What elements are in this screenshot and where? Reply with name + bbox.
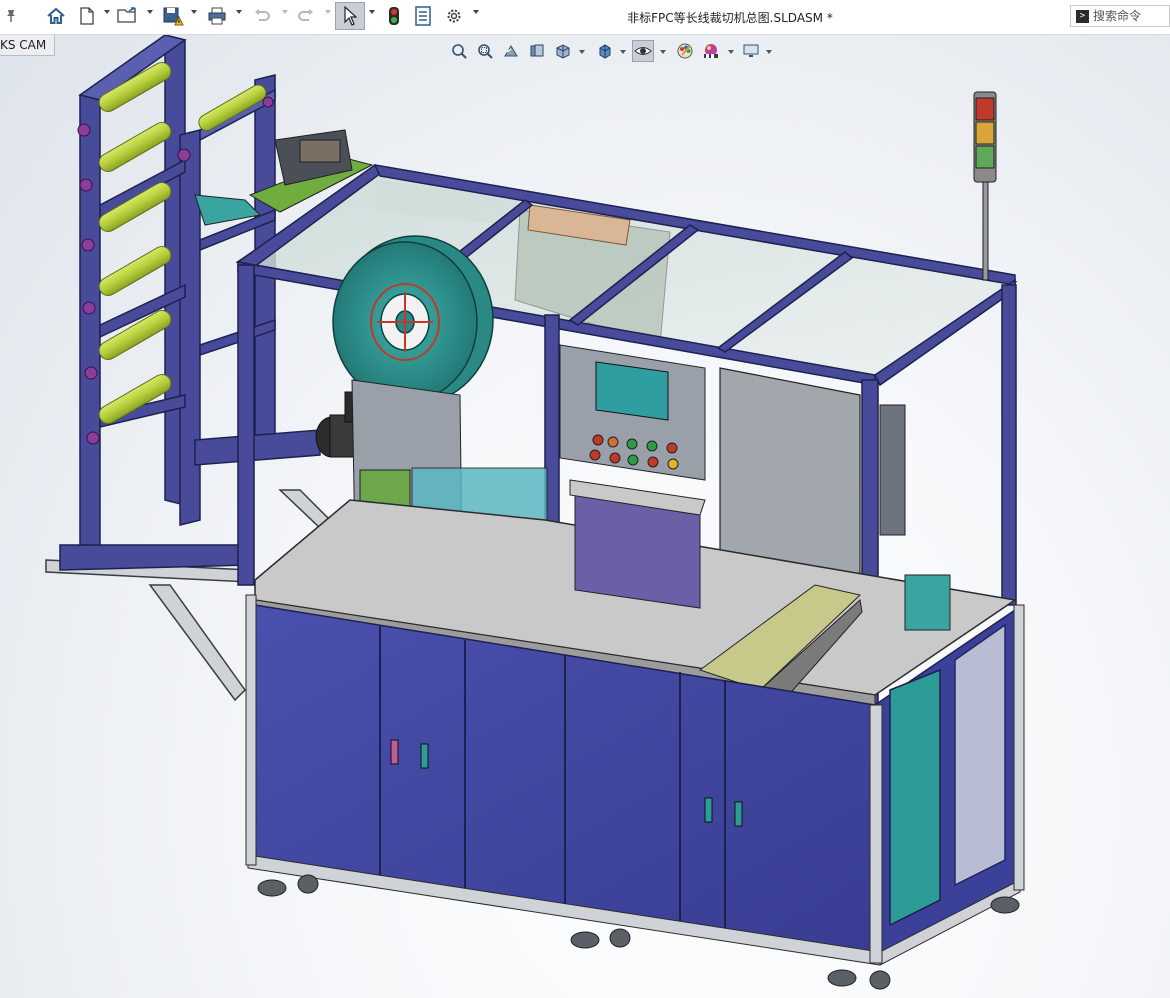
- monitor-icon: [743, 44, 759, 57]
- zoom-to-area-icon: [478, 44, 493, 59]
- save-warning-icon: [163, 7, 184, 26]
- pin-icon[interactable]: [5, 9, 17, 28]
- undo-dropdown-icon[interactable]: [282, 10, 288, 14]
- save-dropdown-icon[interactable]: [191, 10, 197, 14]
- search-commands-input[interactable]: [1093, 7, 1169, 25]
- scene-icon: [704, 44, 718, 58]
- section-view-icon: [530, 44, 544, 57]
- print-dropdown-icon[interactable]: [236, 10, 242, 14]
- file-properties-icon: [415, 6, 431, 26]
- previous-view-icon: [504, 45, 518, 57]
- home-button[interactable]: [44, 4, 68, 28]
- select-button[interactable]: [335, 2, 365, 30]
- open-dropdown-icon[interactable]: [147, 10, 153, 14]
- cutting-unit: [569, 479, 706, 609]
- previous-view-button[interactable]: [500, 40, 522, 62]
- command-search[interactable]: >: [1070, 5, 1170, 27]
- display-style-button[interactable]: [594, 40, 616, 62]
- view-orientation-button[interactable]: [552, 40, 574, 62]
- apply-scene-button[interactable]: [700, 40, 722, 62]
- view-orientation-icon: [556, 44, 570, 59]
- command-prompt-icon: >: [1076, 10, 1089, 23]
- options-dropdown-icon[interactable]: [473, 10, 479, 14]
- redo-icon: [298, 9, 313, 21]
- open-folder-icon: [117, 7, 136, 23]
- options-button[interactable]: [443, 4, 465, 28]
- redo-button[interactable]: [294, 4, 318, 28]
- home-icon: [47, 7, 65, 24]
- section-view-button[interactable]: [526, 40, 548, 62]
- redo-dropdown-icon[interactable]: [325, 10, 331, 14]
- tower-light: [973, 91, 997, 281]
- print-button[interactable]: [204, 4, 230, 28]
- title-bar: 非标FPC等长线裁切机总图.SLDASM * >: [0, 0, 1170, 35]
- zoom-to-area-button[interactable]: [474, 40, 496, 62]
- eye-icon: [634, 47, 652, 55]
- new-document-button[interactable]: [76, 4, 98, 28]
- graphics-area[interactable]: KS CAM: [0, 0, 1170, 998]
- assembly-model[interactable]: [0, 0, 1170, 998]
- save-button[interactable]: [160, 4, 186, 28]
- display-style-icon: [599, 44, 611, 59]
- new-document-icon: [80, 7, 94, 25]
- print-icon: [208, 7, 226, 25]
- zoom-to-fit-button[interactable]: [448, 40, 470, 62]
- document-title: 非标FPC等长线裁切机总图.SLDASM *: [627, 11, 833, 25]
- undo-button[interactable]: [250, 4, 274, 28]
- undo-icon: [255, 9, 270, 21]
- zoom-to-fit-icon: [452, 44, 467, 59]
- cam-side-tab[interactable]: KS CAM: [0, 34, 56, 56]
- open-button[interactable]: [116, 4, 140, 28]
- traffic-light-icon: [389, 7, 399, 25]
- appearance-icon: [677, 43, 693, 59]
- control-panel: [559, 344, 706, 481]
- view-settings-button[interactable]: [740, 40, 762, 62]
- new-dropdown-icon[interactable]: [104, 10, 110, 14]
- rebuild-button[interactable]: [384, 4, 404, 28]
- file-properties-button[interactable]: [412, 4, 434, 28]
- select-dropdown-icon[interactable]: [369, 10, 375, 14]
- edit-appearance-button[interactable]: [674, 40, 696, 62]
- hide-show-items-button[interactable]: [632, 40, 654, 62]
- select-arrow-icon: [344, 6, 357, 26]
- gear-icon: [447, 9, 461, 23]
